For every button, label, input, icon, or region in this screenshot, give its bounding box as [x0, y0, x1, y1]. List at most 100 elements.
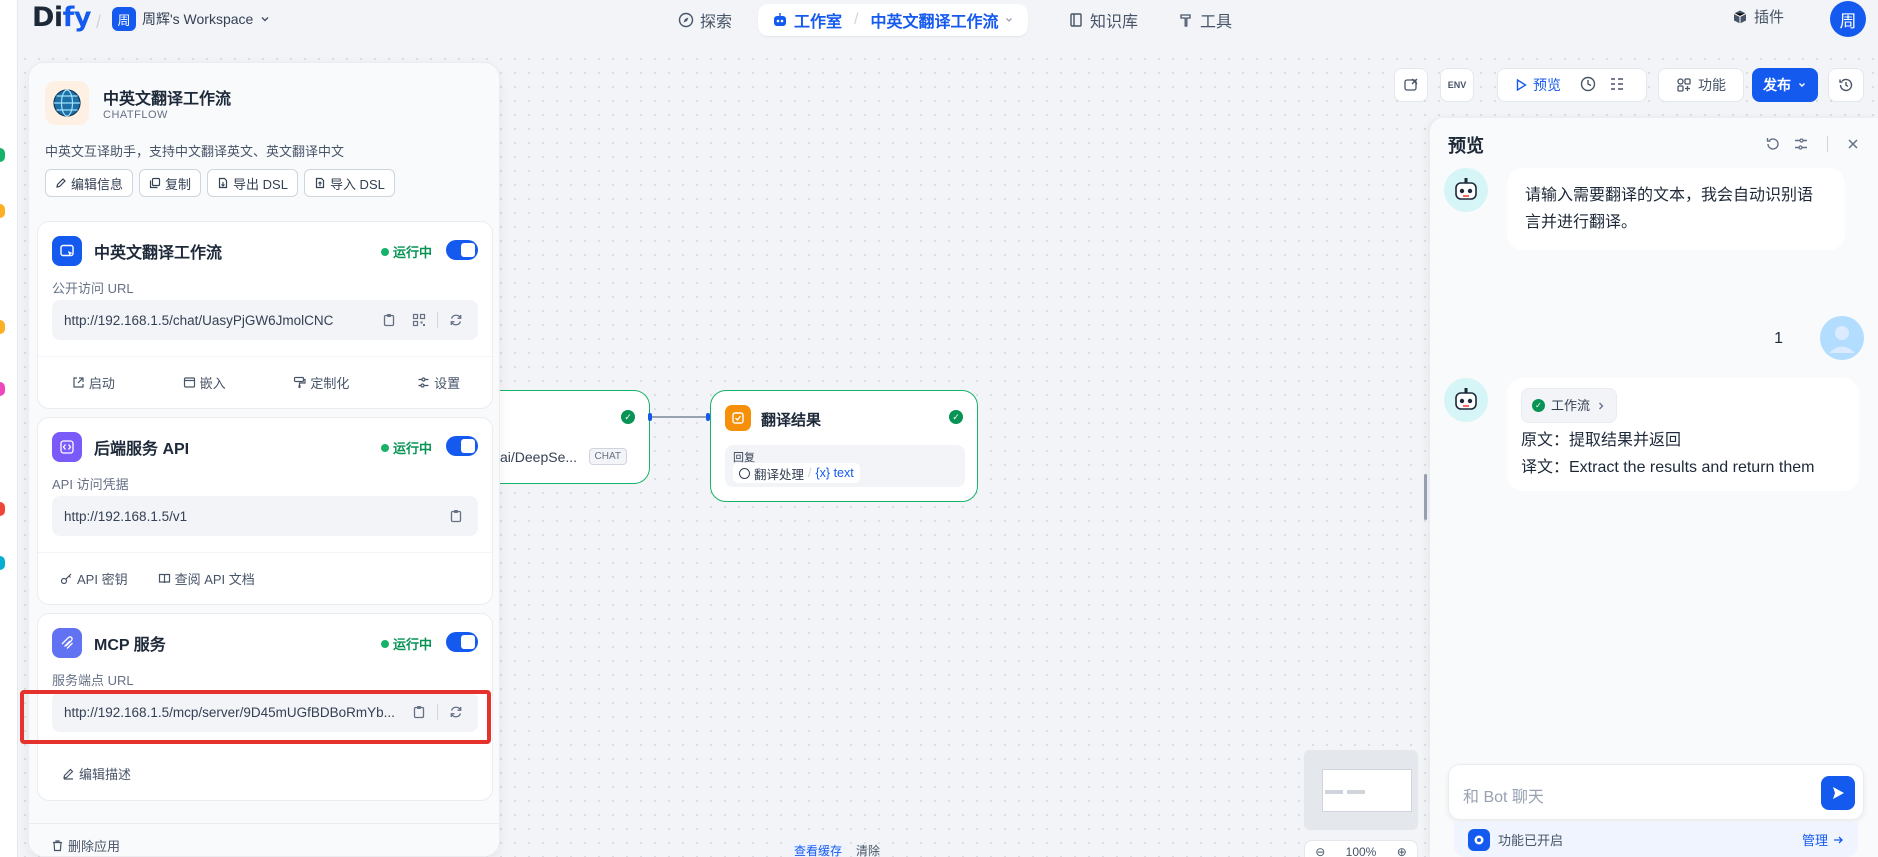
qr-code-button[interactable]	[407, 308, 431, 332]
divider	[437, 312, 438, 328]
nav-label: 探索	[700, 14, 733, 31]
api-key-button[interactable]: API 密钥	[60, 569, 128, 588]
minimap-node	[1347, 790, 1365, 794]
import-dsl-button[interactable]: 导入 DSL	[303, 169, 395, 197]
chevron-down-icon	[261, 16, 269, 22]
bot-reply: ✓ 工作流 原文：提取结果并返回 译文：Extract the results …	[1507, 378, 1859, 491]
book-icon	[1070, 13, 1082, 27]
status-badge: 运行中	[380, 634, 432, 653]
zoom-out-button[interactable]: ⊖	[1315, 845, 1325, 857]
manage-features-link[interactable]: 管理	[1802, 830, 1844, 849]
zoom-level[interactable]: 100%	[1346, 845, 1377, 857]
divider: /	[96, 12, 102, 32]
open-book-icon	[158, 573, 170, 584]
view-cache-button[interactable]: 查看缓存	[790, 842, 847, 857]
mcp-toggle[interactable]	[446, 632, 478, 652]
pencil-icon	[56, 178, 66, 188]
minimap[interactable]	[1304, 750, 1418, 830]
app-type: CHATFLOW	[103, 109, 168, 121]
workflow-process-tag[interactable]: ✓ 工作流	[1521, 388, 1618, 423]
breadcrumb-app-name[interactable]: 中英文翻译工作流	[870, 8, 998, 32]
play-icon	[1516, 78, 1527, 92]
minimap-viewport[interactable]	[1322, 769, 1412, 812]
public-url[interactable]: http://192.168.1.5/chat/UasyPjGW6JmolCNC	[64, 313, 377, 328]
nav-tools[interactable]: 工具	[1178, 4, 1232, 36]
variable-chip[interactable]: 翻译处理 / {x} text	[733, 463, 860, 483]
webapp-toggle[interactable]	[446, 240, 478, 260]
version-history-button[interactable]	[1828, 68, 1864, 102]
variable-inspect-button[interactable]	[1609, 76, 1625, 95]
bot-avatar	[1444, 168, 1488, 212]
api-url[interactable]: http://192.168.1.5/v1	[64, 509, 444, 524]
nav-studio[interactable]: 工作室 / 中英文翻译工作流	[758, 4, 1029, 36]
status-label: 运行中	[392, 441, 432, 456]
breadcrumb-separator: /	[854, 11, 859, 28]
export-dsl-button[interactable]: 导出 DSL	[207, 169, 298, 197]
card-title: MCP 服务	[94, 637, 166, 654]
edit-info-button[interactable]: 编辑信息	[45, 169, 134, 197]
status-dot	[380, 443, 389, 452]
panel-resize-handle[interactable]	[1424, 474, 1427, 520]
launch-button[interactable]: 启动	[72, 373, 115, 392]
send-button[interactable]	[1821, 776, 1855, 810]
node-edge	[650, 416, 710, 418]
checklist-button[interactable]	[1394, 68, 1428, 102]
embed-button[interactable]: 嵌入	[183, 373, 226, 392]
workspace-name: 周辉's Workspace	[142, 11, 254, 27]
workspace-switcher[interactable]: 周 周辉's Workspace	[112, 6, 271, 32]
variables-icon[interactable]	[1793, 136, 1809, 152]
regenerate-button[interactable]	[444, 308, 468, 332]
code-glyph	[60, 440, 74, 454]
run-history-button[interactable]	[1579, 75, 1597, 96]
settings-button[interactable]: 设置	[417, 373, 460, 392]
env-button[interactable]: ENV	[1440, 68, 1474, 102]
success-check-icon: ✓	[949, 410, 963, 424]
success-check-icon: ✓	[621, 410, 635, 424]
api-docs-button[interactable]: 查阅 API 文档	[158, 569, 255, 588]
success-check-icon: ✓	[1532, 399, 1545, 412]
webapp-actions: 启动 嵌入 定制化 设置	[38, 356, 494, 408]
api-toggle[interactable]	[446, 436, 478, 456]
publish-button[interactable]: 发布	[1752, 68, 1818, 102]
clear-button[interactable]: 清除	[856, 842, 880, 857]
edit-description-button[interactable]: 编辑描述	[62, 764, 131, 783]
status-badge: 运行中	[380, 242, 432, 261]
app-name: 中英文翻译工作流	[103, 91, 232, 108]
duplicate-button[interactable]: 复制	[139, 169, 202, 197]
mcp-icon	[52, 628, 82, 658]
nav-explore[interactable]: 探索	[678, 4, 732, 36]
manage-label: 管理	[1801, 833, 1828, 848]
chat-input[interactable]: 和 Bot 聊天	[1448, 764, 1864, 820]
copy-button[interactable]	[377, 308, 401, 332]
restart-icon[interactable]	[1765, 136, 1781, 152]
user-avatar[interactable]: 周	[1830, 1, 1866, 37]
output-handle[interactable]	[648, 413, 652, 421]
url-actions	[377, 308, 478, 332]
paint-roller-icon	[294, 376, 306, 388]
customize-button[interactable]: 定制化	[293, 373, 349, 392]
preview-button[interactable]: 预览	[1514, 75, 1561, 95]
answer-node[interactable]: 翻译结果 ✓ 回复 翻译处理 / {x} text	[710, 390, 978, 502]
nav-knowledge[interactable]: 知识库	[1068, 4, 1138, 36]
plugins-label: 插件	[1753, 9, 1784, 26]
close-icon[interactable]	[1846, 137, 1860, 151]
zoom-in-button[interactable]: ⊕	[1397, 845, 1407, 857]
backend-api-card: 后端服务 API 运行中 API 访问凭据 http://192.168.1.5…	[37, 417, 494, 605]
features-enabled-label: 功能已开启	[1498, 833, 1564, 848]
api-actions: API 密钥 查阅 API 文档	[38, 552, 494, 604]
robot-icon	[774, 13, 786, 26]
qr-code-icon	[412, 313, 426, 327]
nav-label: 工作室	[794, 14, 843, 31]
action-label: 定制化	[310, 376, 350, 391]
preview-label: 预览	[1533, 77, 1561, 93]
clipboard-icon	[450, 510, 462, 523]
dify-logo[interactable]: Dify	[32, 2, 92, 33]
delete-app-button[interactable]: 删除应用	[51, 836, 120, 855]
plugins-button[interactable]: 插件	[1732, 6, 1784, 27]
app-actions: 编辑信息 复制 导出 DSL 导入 DSL	[45, 169, 395, 197]
copy-button[interactable]	[444, 504, 468, 528]
robot-icon	[1455, 178, 1477, 200]
field-label: API 访问凭据	[52, 477, 129, 492]
model-mode-badge: CHAT	[588, 448, 627, 465]
features-button[interactable]: 功能	[1658, 68, 1744, 102]
